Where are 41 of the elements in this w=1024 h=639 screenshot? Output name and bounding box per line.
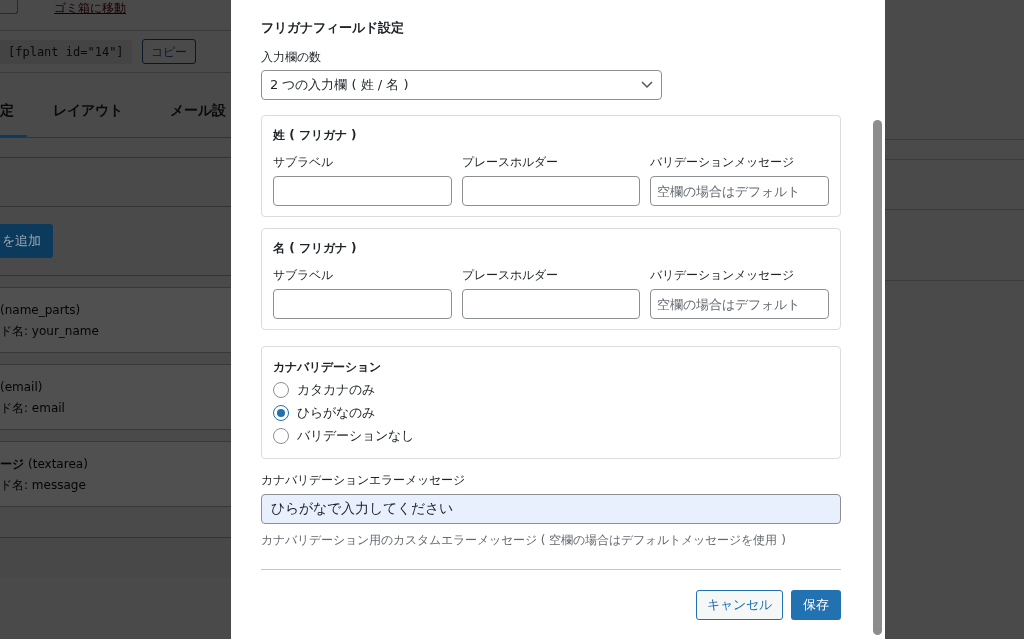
chevron-down-icon (641, 81, 653, 89)
dropdown-control[interactable] (0, 0, 18, 14)
cancel-button[interactable]: キャンセル (696, 590, 783, 620)
field-label: サブラベル (273, 154, 334, 170)
scrollbar[interactable] (873, 120, 882, 635)
field-row[interactable]: ージ (textarea) ド名: message (0, 441, 231, 507)
field-label: プレースホルダー (461, 154, 559, 170)
input-field[interactable]: 空欄の場合はデフォルト (650, 176, 829, 206)
field-row[interactable]: (email) ド名: email (0, 364, 231, 430)
group-title: 名 ( フリガナ ) (273, 240, 358, 256)
field-label: カナバリデーションエラーメッセージ (261, 472, 466, 488)
field-label: バリデーションメッセージ (650, 267, 796, 283)
field-type: (email) (0, 378, 43, 396)
field-name-text: ド名: email (0, 399, 66, 417)
group-title: 姓 ( フリガナ ) (273, 127, 358, 143)
save-button[interactable]: 保存 (791, 590, 841, 620)
field-row[interactable]: (name_parts) ド名: your_name (0, 287, 231, 353)
shortcode-text: [fplant id="14"] (0, 39, 132, 64)
field-label: 入力欄の数 (261, 49, 322, 65)
field-name-text: ド名: message (0, 476, 87, 494)
field-label: バリデーションメッセージ (650, 154, 796, 170)
input-field[interactable] (461, 289, 641, 319)
count-select[interactable]: 2 つの入力欄 ( 姓 / 名 ) (261, 70, 662, 100)
help-text: カナバリデーション用のカスタムエラーメッセージ ( 空欄の場合はデフォルトメッセージを使用 ) (261, 532, 787, 548)
group-title: カナバリデーション (273, 359, 382, 375)
field-type: (textarea) (28, 455, 88, 473)
input-field[interactable]: 空欄の場合はデフォルト (650, 289, 829, 319)
field-name-text: ド名: your_name (0, 322, 100, 340)
field-type: (name_parts) (0, 301, 81, 319)
input-field[interactable] (461, 176, 641, 206)
field-label: ージ (0, 455, 24, 473)
input-field[interactable] (273, 176, 452, 206)
radio-label[interactable]: ひらがなのみ (297, 402, 375, 423)
field-label: サブラベル (273, 267, 334, 283)
modal-title: フリガナフィールド設定 (261, 19, 405, 37)
error-message-field[interactable]: ひらがなで入力してください (261, 494, 841, 524)
field-label: プレースホルダー (461, 267, 559, 283)
radio-label[interactable]: バリデーションなし (297, 425, 414, 446)
input-field[interactable] (273, 289, 452, 319)
radio-label[interactable]: カタカナのみ (297, 379, 375, 400)
add-field-button[interactable]: を追加 (0, 224, 53, 258)
